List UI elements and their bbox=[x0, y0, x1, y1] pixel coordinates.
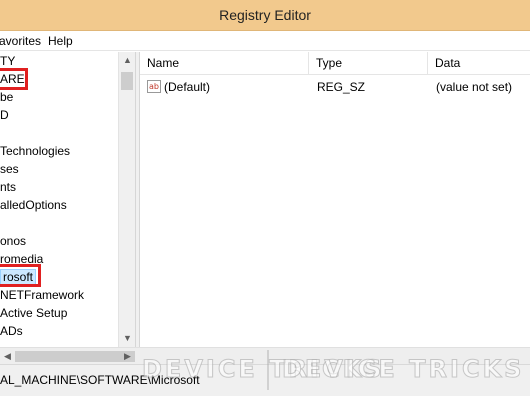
tree-item[interactable]: ses bbox=[0, 160, 19, 178]
scroll-right-icon[interactable]: ▶ bbox=[120, 348, 135, 365]
tree-item[interactable]: ADs bbox=[0, 322, 23, 340]
column-header-name[interactable]: Name bbox=[140, 52, 309, 75]
status-bar: AL_MACHINE\SOFTWARE\Microsoft bbox=[0, 364, 530, 396]
tree-item[interactable]: TY bbox=[0, 52, 15, 70]
scroll-down-icon[interactable]: ▼ bbox=[119, 330, 135, 346]
value-data: (value not set) bbox=[436, 80, 513, 94]
tree-item[interactable]: NETFramework bbox=[0, 286, 84, 304]
title-bar: Registry Editor bbox=[0, 0, 530, 31]
menu-bar: avorites Help bbox=[0, 31, 530, 51]
menu-favorites[interactable]: avorites bbox=[0, 34, 41, 48]
window-title: Registry Editor bbox=[219, 7, 311, 23]
scroll-left-icon[interactable]: ◀ bbox=[0, 348, 15, 365]
tree-item[interactable]: nts bbox=[0, 178, 16, 196]
value-name: (Default) bbox=[164, 80, 211, 94]
tree-item[interactable]: onos bbox=[0, 232, 26, 250]
column-header-type[interactable]: Type bbox=[309, 52, 428, 75]
tree-item[interactable]: romedia bbox=[0, 250, 43, 268]
tree-item-software[interactable]: ARE bbox=[0, 70, 25, 88]
tree-vertical-scrollbar[interactable]: ▲ ▼ bbox=[118, 52, 135, 347]
tree-item[interactable]: alledOptions bbox=[0, 196, 67, 214]
value-type: REG_SZ bbox=[317, 80, 366, 94]
scroll-thumb[interactable] bbox=[121, 72, 133, 90]
tree-item[interactable]: be bbox=[0, 88, 13, 106]
column-header-data[interactable]: Data bbox=[428, 52, 530, 75]
tree-item[interactable]: Technologies bbox=[0, 142, 70, 160]
status-path: AL_MACHINE\SOFTWARE\Microsoft bbox=[0, 373, 200, 387]
tree-item[interactable]: D bbox=[0, 106, 9, 124]
tree-item-microsoft-selected[interactable]: rosoft bbox=[0, 268, 37, 286]
tree-horizontal-scrollbar[interactable]: ◀ ▶ bbox=[0, 347, 530, 364]
hscroll-thumb[interactable] bbox=[15, 351, 135, 362]
scroll-up-icon[interactable]: ▲ bbox=[119, 52, 135, 68]
registry-tree[interactable]: TY ARE be D Technologies ses nts alledOp… bbox=[0, 52, 135, 347]
tree-item[interactable]: Active Setup bbox=[0, 304, 67, 322]
value-row[interactable]: ab (Default) REG_SZ (value not set) bbox=[140, 78, 530, 96]
values-list: Name Type Data ab (Default) REG_SZ (valu… bbox=[140, 52, 530, 347]
ab-string-icon: ab bbox=[147, 80, 161, 93]
menu-help[interactable]: Help bbox=[48, 34, 73, 48]
